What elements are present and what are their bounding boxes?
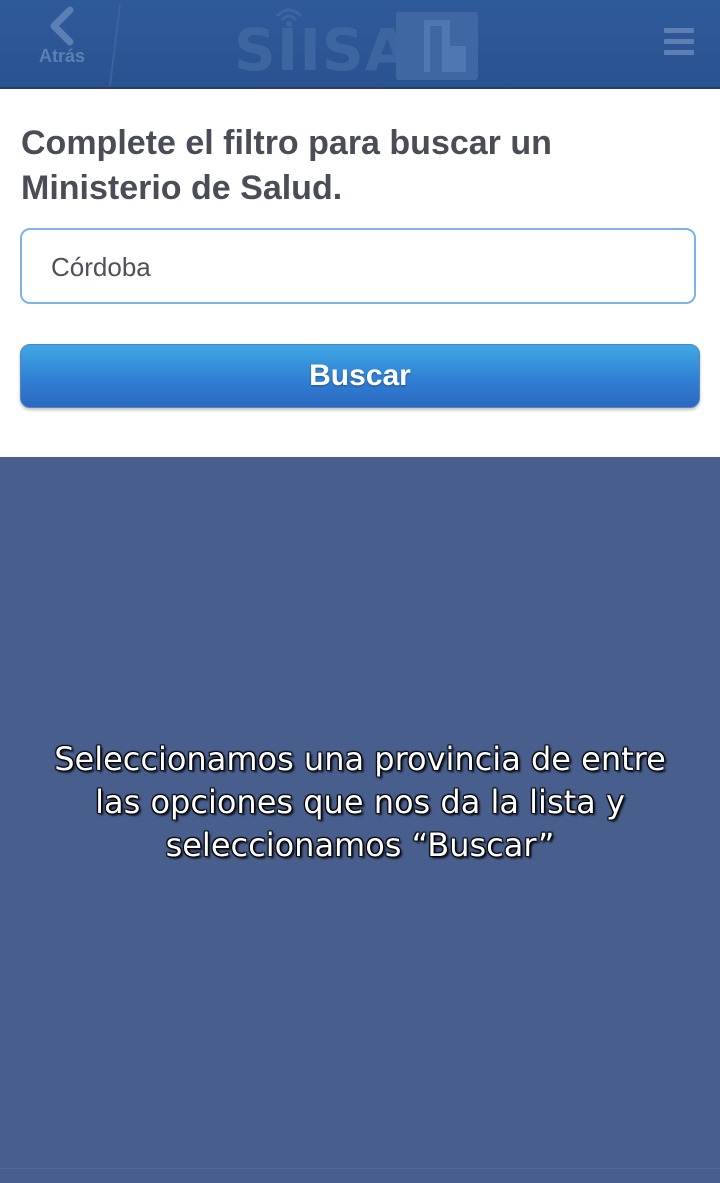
chevron-left-icon bbox=[50, 6, 74, 46]
app-header: Atrás SIISA bbox=[0, 0, 720, 89]
building-icon bbox=[424, 20, 466, 72]
tutorial-caption: Seleccionamos una provincia de entre las… bbox=[54, 740, 666, 864]
bottom-divider bbox=[0, 1168, 720, 1169]
search-button-label: Buscar bbox=[309, 359, 411, 392]
province-value: Córdoba bbox=[51, 252, 151, 282]
back-label: Atrás bbox=[38, 46, 86, 66]
back-button[interactable]: Atrás bbox=[20, 6, 104, 80]
hamburger-menu-icon[interactable] bbox=[664, 28, 702, 62]
logo-emblem bbox=[396, 12, 478, 80]
search-button[interactable]: Buscar bbox=[20, 344, 700, 408]
province-select[interactable]: Córdoba bbox=[20, 228, 696, 304]
header-divider bbox=[109, 4, 121, 86]
filter-panel: Complete el filtro para buscar un Minist… bbox=[0, 89, 720, 457]
logo-text: SIISA bbox=[234, 16, 411, 84]
page-title: Complete el filtro para buscar un Minist… bbox=[21, 124, 552, 207]
siisa-logo: SIISA bbox=[232, 6, 484, 82]
